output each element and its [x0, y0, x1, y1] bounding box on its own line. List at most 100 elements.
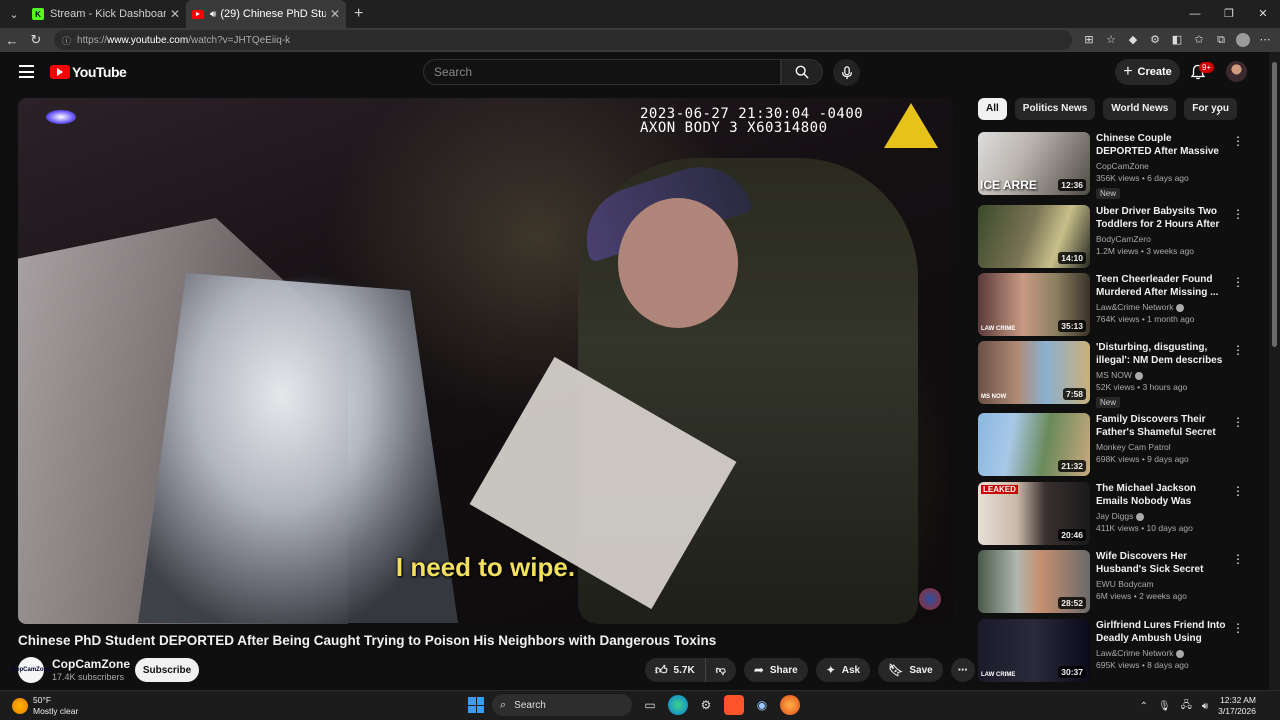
collections-icon[interactable]: ⧉: [1214, 33, 1228, 47]
network-icon[interactable]: 🖧: [1181, 698, 1192, 715]
more-options-icon[interactable]: ⋮: [1232, 134, 1244, 148]
volume-icon[interactable]: 🔊︎: [1202, 701, 1208, 712]
favorite-star-icon[interactable]: ☆: [1104, 33, 1118, 47]
favorites-icon[interactable]: ✩: [1192, 33, 1206, 47]
video-thumbnail[interactable]: LAW CRIME 30:37: [978, 619, 1090, 682]
video-title[interactable]: Girlfriend Lures Friend Into Deadly Ambu…: [1096, 619, 1226, 645]
minimize-icon[interactable]: —: [1178, 0, 1212, 28]
more-options-icon[interactable]: ⋮: [1232, 552, 1244, 566]
list-item[interactable]: 21:32 Family Discovers Their Father's Sh…: [978, 413, 1248, 477]
show-hidden-icons-icon[interactable]: ⌃: [1140, 701, 1148, 712]
chevron-right-icon[interactable]: ›: [1216, 103, 1221, 119]
more-options-icon[interactable]: ⋮: [1232, 415, 1244, 429]
channel-name[interactable]: Law&Crime Network: [1096, 302, 1226, 312]
video-thumbnail[interactable]: MS NOW 7:58: [978, 341, 1090, 404]
settings-icon[interactable]: ⚙: [696, 695, 716, 715]
video-title[interactable]: 'Disturbing, disgusting, illegal': NM De…: [1096, 341, 1226, 367]
dislike-button[interactable]: 👎︎: [705, 658, 736, 682]
create-button[interactable]: + Create: [1115, 59, 1180, 85]
microphone-tray-icon[interactable]: 🎙︎: [1158, 701, 1171, 712]
tab-list-button[interactable]: ⌄: [2, 3, 26, 25]
speaker-icon[interactable]: 🔊︎: [210, 9, 216, 20]
voice-search-button[interactable]: [833, 59, 860, 86]
channel-name[interactable]: Monkey Cam Patrol: [1096, 442, 1226, 452]
restore-icon[interactable]: ❐: [1212, 0, 1246, 28]
close-tab-icon[interactable]: ✕: [330, 7, 340, 21]
chip-politics-news[interactable]: Politics News: [1014, 98, 1096, 120]
weather-widget[interactable]: 50°F Mostly clear: [12, 695, 78, 717]
channel-name[interactable]: EWU Bodycam: [1096, 579, 1226, 589]
video-thumbnail[interactable]: ICE ARRE 12:36: [978, 132, 1090, 195]
site-info-icon[interactable]: ⓘ: [62, 34, 71, 47]
list-item[interactable]: LEAKED 20:46 The Michael Jackson Emails …: [978, 482, 1248, 546]
reload-icon[interactable]: ↻: [24, 32, 48, 48]
channel-watermark-icon[interactable]: [919, 588, 941, 610]
subscribe-button[interactable]: Subscribe: [135, 658, 199, 682]
save-button[interactable]: 🔖︎ Save: [878, 658, 943, 682]
more-options-icon[interactable]: ⋮: [1232, 484, 1244, 498]
firefox-icon[interactable]: [780, 695, 800, 715]
more-options-icon[interactable]: ⋮: [1232, 207, 1244, 221]
edge-browser-icon[interactable]: [668, 695, 688, 715]
search-button[interactable]: [781, 59, 823, 85]
channel-name[interactable]: Law&Crime Network: [1096, 648, 1226, 658]
list-item[interactable]: LAW CRIME 30:37 Girlfriend Lures Friend …: [978, 619, 1248, 683]
youtube-logo[interactable]: YouTube: [50, 64, 127, 80]
channel-name[interactable]: CopCamZone: [52, 657, 130, 671]
page-scrollbar[interactable]: [1269, 52, 1280, 690]
video-player[interactable]: 2023-06-27 21:30:04 -0400 AXON BODY 3 X6…: [18, 98, 953, 624]
windows-start-icon[interactable]: [468, 697, 484, 713]
list-item[interactable]: LAW CRIME 35:13 Teen Cheerleader Found M…: [978, 273, 1248, 337]
channel-name[interactable]: Jay Diggs: [1096, 511, 1226, 521]
close-tab-icon[interactable]: ✕: [170, 7, 180, 21]
video-thumbnail[interactable]: LEAKED 20:46: [978, 482, 1090, 545]
video-title[interactable]: Uber Driver Babysits Two Toddlers for 2 …: [1096, 205, 1226, 231]
more-options-icon[interactable]: ⋮: [1232, 275, 1244, 289]
video-title[interactable]: Wife Discovers Her Husband's Sick Secret: [1096, 550, 1226, 576]
ask-button[interactable]: ✦ Ask: [815, 658, 871, 682]
app-available-icon[interactable]: ⊞: [1082, 33, 1096, 47]
chip-for-you[interactable]: For you: [1184, 98, 1237, 120]
url-field[interactable]: ⓘ https://www.youtube.com/watch?v=JHTQeE…: [54, 30, 1072, 50]
video-thumbnail[interactable]: 28:52: [978, 550, 1090, 613]
browser-menu-icon[interactable]: ⋯: [1258, 33, 1272, 47]
channel-name[interactable]: CopCamZone: [1096, 161, 1226, 171]
list-item[interactable]: 14:10 Uber Driver Babysits Two Toddlers …: [978, 205, 1248, 269]
account-avatar[interactable]: [1226, 61, 1247, 82]
video-title[interactable]: The Michael Jackson Emails Nobody Was Su…: [1096, 482, 1226, 508]
search-input[interactable]: Search: [423, 59, 781, 85]
list-item[interactable]: 28:52 Wife Discovers Her Husband's Sick …: [978, 550, 1248, 614]
list-item[interactable]: ICE ARRE 12:36 Chinese Couple DEPORTED A…: [978, 132, 1248, 199]
video-title[interactable]: Chinese Couple DEPORTED After Massive Mu…: [1096, 132, 1226, 158]
more-actions-button[interactable]: ⋯: [950, 658, 975, 682]
video-thumbnail[interactable]: 21:32: [978, 413, 1090, 476]
chip-all[interactable]: All: [978, 98, 1007, 120]
video-thumbnail[interactable]: 14:10: [978, 205, 1090, 268]
channel-avatar[interactable]: CopCamZone: [12, 657, 51, 683]
more-options-icon[interactable]: ⋮: [1232, 343, 1244, 357]
chip-world-news[interactable]: World News: [1103, 98, 1177, 120]
more-options-icon[interactable]: ⋮: [1232, 621, 1244, 635]
clock[interactable]: 12:32 AM 3/17/2026: [1218, 695, 1256, 717]
close-window-icon[interactable]: ✕: [1246, 0, 1280, 28]
video-title[interactable]: Family Discovers Their Father's Shameful…: [1096, 413, 1226, 439]
extension-icon[interactable]: ◆: [1126, 33, 1140, 47]
channel-name[interactable]: BodyCamZero: [1096, 234, 1226, 244]
tab-kick[interactable]: K Stream - Kick Dashboard ✕: [26, 0, 186, 28]
tab-youtube[interactable]: 🔊︎ (29) Chinese PhD Student DEP ✕: [186, 0, 346, 28]
task-view-icon[interactable]: ▭: [640, 695, 660, 715]
steam-icon[interactable]: ◉: [752, 695, 772, 715]
scrollbar-thumb[interactable]: [1272, 62, 1277, 347]
new-tab-button[interactable]: +: [354, 5, 363, 23]
like-button[interactable]: 👍︎ 5.7K: [645, 658, 706, 682]
browser-profile-avatar[interactable]: [1236, 33, 1250, 47]
list-item[interactable]: MS NOW 7:58 'Disturbing, disgusting, ill…: [978, 341, 1248, 408]
hamburger-menu-icon[interactable]: [19, 65, 34, 78]
extensions-icon[interactable]: ⚙: [1148, 33, 1162, 47]
brave-browser-icon[interactable]: [724, 695, 744, 715]
video-thumbnail[interactable]: LAW CRIME 35:13: [978, 273, 1090, 336]
split-screen-icon[interactable]: ◧: [1170, 33, 1184, 47]
channel-name[interactable]: MS NOW: [1096, 370, 1226, 380]
share-button[interactable]: ➦ Share: [743, 658, 808, 682]
taskbar-search[interactable]: ⌕ Search: [492, 694, 632, 716]
